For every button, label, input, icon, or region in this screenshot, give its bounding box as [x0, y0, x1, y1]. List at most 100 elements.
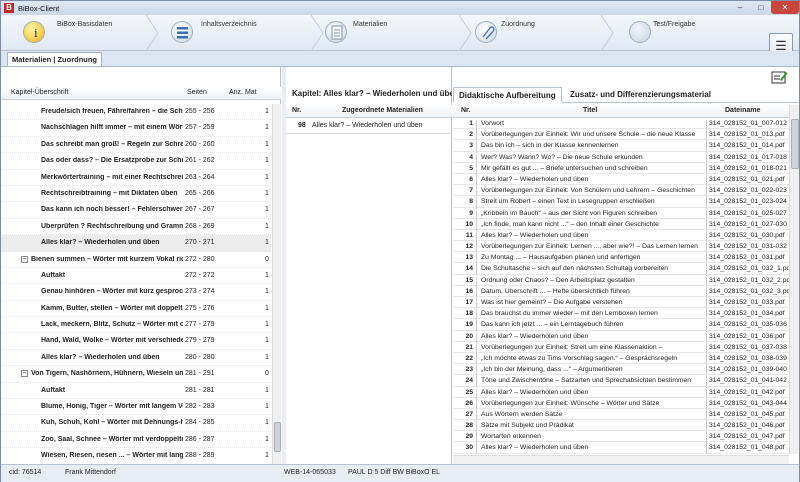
material-row[interactable]: 16 Datum, Überschrift ... – Hefte übersic…: [453, 286, 789, 299]
chapter-row[interactable]: Alles klar? – Wiederholen und üben 270 - …: [1, 235, 271, 252]
material-row[interactable]: 8 Streit um Robert – einen Text in Lesegr…: [453, 196, 789, 210]
scroll-thumb[interactable]: [274, 422, 281, 452]
chapter-row[interactable]: − Von Tigern, Nashörnern, Hühnern, Wiesel…: [1, 366, 271, 383]
material-title: „Ich finde, man kann nicht ...“ – den In…: [481, 220, 659, 228]
maximize-button[interactable]: □: [751, 1, 771, 14]
material-row[interactable]: 25 Alles klar? – Wiederholen und üben 314_…: [453, 387, 789, 400]
material-row[interactable]: 2 Vorüberlegungen zur Einheit: Wir und un…: [453, 129, 789, 143]
assigned-table-header: Nr. Zugeordnete Materialien: [286, 105, 452, 118]
chapter-row[interactable]: Das kann ich noch besser! – Fehlerschwer…: [1, 202, 271, 219]
scroll-thumb[interactable]: [791, 119, 799, 169]
material-row[interactable]: 14 Die Schultasche – sich auf den nächste…: [453, 263, 789, 277]
chapter-row[interactable]: Das oder dass? – Die Ersatzprobe zur Sch…: [1, 153, 271, 170]
material-row[interactable]: 30 Alles klar? – Wiederholen und üben 314_…: [453, 442, 789, 454]
col-header-count[interactable]: Anz. Mat: [229, 89, 257, 96]
step-materialien[interactable]: Materialien: [325, 15, 475, 51]
material-row[interactable]: 17 Was ist hier gemeint? – Die Aufgabe ve…: [453, 297, 789, 310]
chapter-title: Blume, Honig, Tiger – Wörter mit langem …: [41, 403, 183, 411]
chapter-pages: 288 - 289: [185, 452, 215, 460]
col-header-nr[interactable]: Nr.: [292, 107, 301, 114]
chapter-pages: 277 - 279: [185, 321, 215, 329]
chapter-row[interactable]: Zoo, Saal, Schnee – Wörter mit verdoppel…: [1, 432, 271, 449]
material-row[interactable]: 5 Mir gefällt es gut ... – Briefe untersu…: [453, 163, 789, 176]
chapter-title: Wiesen, Riesen, riesen ... – Wörter mit …: [41, 452, 183, 460]
material-row[interactable]: 20 Alles klar? – Wiederholen und üben 314_…: [453, 331, 789, 344]
chapter-count: 1: [265, 173, 269, 181]
material-row[interactable]: 15 Ordnung oder Chaos? – Den Arbeitsplatz…: [453, 275, 789, 288]
assigned-row[interactable]: 98 Alles klar? – Wiederholen und üben: [286, 119, 452, 134]
col-header-material[interactable]: Zugeordnete Materialien: [342, 107, 423, 114]
chapter-count: 1: [265, 337, 269, 345]
minimize-button[interactable]: –: [729, 1, 751, 14]
material-row[interactable]: 21 Vorüberlegungen zur Einheit: Streit um…: [453, 342, 789, 355]
chapter-count: 1: [265, 271, 269, 279]
material-row[interactable]: 9 „Kribbeln im Bauch“ – aus der Sicht von…: [453, 208, 789, 221]
material-title: Streit um Robert – einen Text in Lesegru…: [481, 198, 655, 206]
step-test-freigabe[interactable]: Test/Freigabe: [615, 15, 755, 51]
chapter-pages: 268 - 269: [185, 222, 215, 230]
material-row[interactable]: 19 Das kann ich jetzt ... – ein Lerntageb…: [453, 319, 789, 333]
material-row[interactable]: 4 Wer? Was? Wann? Wo? – Die neue Schule e…: [453, 152, 789, 165]
material-row[interactable]: 26 Vorüberlegungen zur Einheit: Wünsche –…: [453, 398, 789, 411]
chapter-row[interactable]: Blume, Honig, Tiger – Wörter mit langem …: [1, 399, 271, 416]
material-row[interactable]: 6 Alles klar? – Wiederholen und üben 314_0…: [453, 174, 789, 187]
chapter-row[interactable]: Nachschlagen hilft immer – mit einem Wör…: [1, 120, 271, 137]
chapter-row[interactable]: − Bienen summen – Wörter mit kurzem Vokal…: [1, 252, 271, 268]
chapter-row[interactable]: Kuh, Schuh, Kohl – Wörter mit Dehnungs-h…: [1, 415, 271, 432]
chapter-row[interactable]: Alles klar? – Wiederholen und üben 280 - …: [1, 350, 271, 367]
tab-materialien-zuordnung[interactable]: Materialien | Zuordnung: [7, 52, 103, 66]
materials-scrollbar[interactable]: [789, 105, 799, 454]
step-inhaltsverzeichnis[interactable]: Inhaltsverzeichnis: [161, 15, 311, 51]
chapter-row[interactable]: Freude/sich freuen, Fähre/fahren – die S…: [1, 104, 271, 121]
material-row[interactable]: 27 Aus Wörtern werden Sätze 314_028152_01_…: [453, 409, 789, 422]
chapter-row[interactable]: Genau hinhören – Wörter mit kurz gesproc…: [1, 284, 271, 301]
chapter-count: 1: [265, 108, 269, 115]
tab-didaktische-aufbereitung[interactable]: Didaktische Aufbereitung: [453, 87, 562, 103]
collapse-toggle-icon[interactable]: −: [21, 255, 28, 263]
chapter-row[interactable]: Auftakt 272 - 272 1: [1, 268, 271, 285]
material-row[interactable]: 7 Vorüberlegungen zur Einheit: Von Schüle…: [453, 185, 789, 199]
material-row[interactable]: 23 „Ich bin der Meinung, dass ...“ – Argu…: [453, 364, 789, 378]
chapter-row[interactable]: Merkwörtertraining – mit einer Rechtschr…: [1, 170, 271, 186]
status-code: WEB-14-065033: [284, 469, 336, 476]
chapter-count: 1: [265, 403, 269, 411]
step-basisdaten[interactable]: i BiBox-Basisdaten: [1, 15, 146, 51]
chapter-row[interactable]: Auftakt 281 - 281 1: [1, 383, 271, 400]
material-row[interactable]: 22 „Ich möchte etwas zu Tims Vorschlag sa…: [453, 353, 789, 366]
step-label: Test/Freigabe: [653, 21, 696, 28]
chapter-row[interactable]: Lack, meckern, Blitz, Schutz – Wörter mi…: [1, 317, 271, 334]
chapter-count: 0: [265, 255, 269, 263]
chapter-row[interactable]: Überprüfen ? Rechtschreibung und Grammat…: [1, 219, 271, 236]
chapter-row[interactable]: Wiesen, Riesen, riesen ... – Wörter mit …: [1, 448, 271, 465]
chapter-row[interactable]: Rechtschreibtraining – mit Diktaten üben…: [1, 186, 271, 203]
chapter-scrollbar[interactable]: [272, 104, 281, 465]
chapter-row[interactable]: Kamm, Butter, stellen – Wörter mit doppe…: [1, 301, 271, 318]
material-row[interactable]: 12 Vorüberlegungen zur Einheit: Lernen ..…: [453, 241, 789, 255]
material-row[interactable]: 13 Zu Montag ... – Hausaufgaben planen un…: [453, 252, 789, 266]
col-header-nr[interactable]: Nr.: [461, 107, 470, 114]
bibox-logo-icon: B: [4, 3, 14, 13]
close-button[interactable]: ✕: [771, 1, 799, 14]
material-row[interactable]: 29 Wortarten erkennen 314_028152_01_047.pd…: [453, 431, 789, 445]
col-header-pages[interactable]: Seiten: [187, 89, 207, 96]
app-window: B BiBox-Client – □ ✕ i BiBox-Basisdaten …: [0, 0, 800, 482]
tab-bar: Materialien | Zuordnung: [1, 51, 799, 66]
material-row[interactable]: 11 Alles klar? – Wiederholen und üben 314_…: [453, 230, 789, 243]
step-zuordnung[interactable]: Zuordnung: [473, 15, 613, 51]
material-row[interactable]: 3 Das bin ich – sich in der Klasse kennen…: [453, 140, 789, 154]
material-row[interactable]: 18 Das brauchst du immer wieder – mit den…: [453, 308, 789, 322]
material-row[interactable]: 28 Sätze mit Subjekt und Prädikat 314_0281…: [453, 420, 789, 434]
document-icon: [325, 21, 347, 43]
collapse-toggle-icon[interactable]: −: [21, 370, 28, 378]
col-header-chapter[interactable]: Kapitel-Überschrift: [11, 89, 69, 96]
material-row[interactable]: 24 Töne und Zwischentöne – Satzarten und …: [453, 375, 789, 389]
material-row[interactable]: 1 Vorwort 314_028152_01_007-012: [453, 118, 789, 131]
chapter-row[interactable]: Hand, Wald, Wolke – Wörter mit verschied…: [1, 333, 271, 350]
window-title: BiBox-Client: [18, 3, 60, 13]
material-row[interactable]: 10 „Ich finde, man kann nicht ...“ – den …: [453, 219, 789, 232]
edit-list-icon[interactable]: [771, 70, 788, 84]
tab-zusatzmaterial[interactable]: Zusatz- und Differenzierungsmaterial: [565, 87, 716, 103]
chapter-row[interactable]: Das schreibt man groß! – Regeln zur Schr…: [1, 137, 271, 154]
col-header-file[interactable]: Dateiname: [725, 107, 760, 114]
col-header-title[interactable]: Titel: [583, 107, 597, 114]
